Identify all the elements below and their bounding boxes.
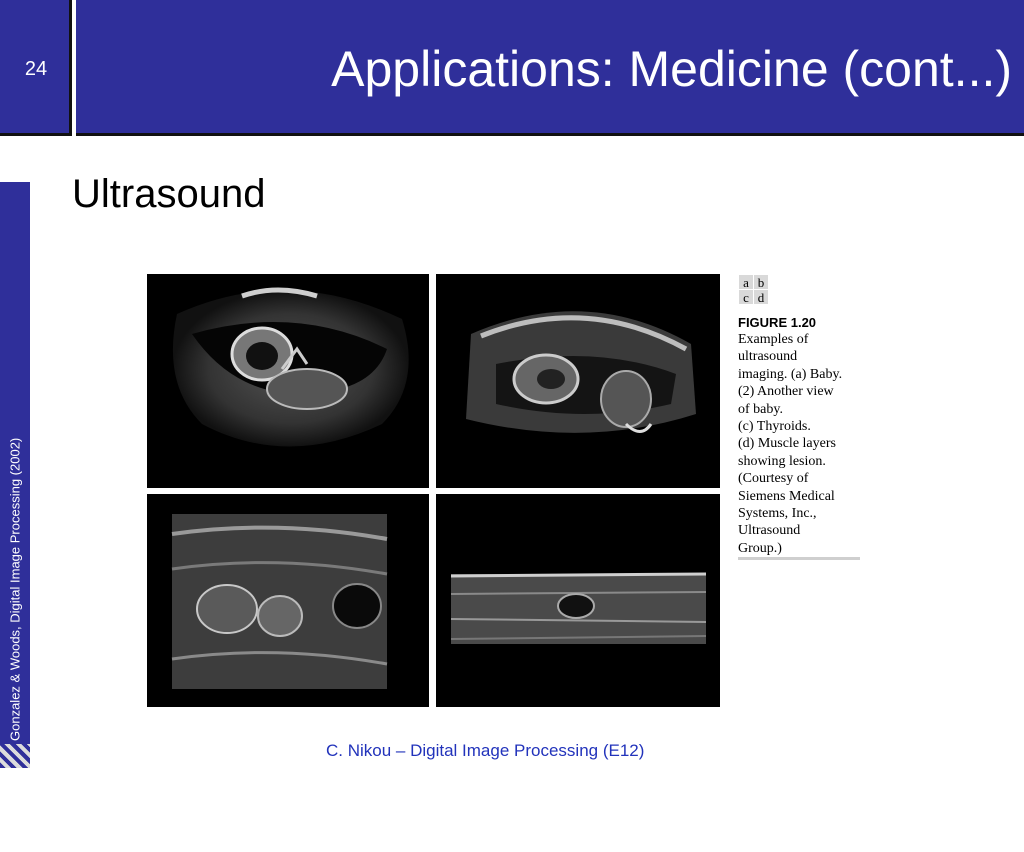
side-bar: Images taken from Gonzalez & Woods, Digi… bbox=[0, 182, 30, 852]
figure-label: FIGURE 1.20 bbox=[738, 315, 817, 330]
slide-footer: C. Nikou – Digital Image Processing (E12… bbox=[326, 741, 645, 760]
source-note: Images taken from Gonzalez & Woods, Digi… bbox=[7, 437, 23, 852]
panel-key-b: b bbox=[753, 274, 769, 290]
figure-caption: Examples of ultrasound imaging. (a) Baby… bbox=[738, 331, 863, 557]
caption-line: Group.) bbox=[738, 540, 782, 556]
caption-line: ultrasound bbox=[738, 349, 798, 365]
caption-line: Systems, Inc., bbox=[738, 506, 817, 522]
slide-subtitle: Ultrasound bbox=[72, 172, 266, 216]
title-bar: Applications: Medicine (cont...) bbox=[76, 0, 1024, 136]
caption-line: Siemens Medical bbox=[738, 488, 835, 504]
caption-line: showing lesion. bbox=[738, 453, 826, 469]
panel-key: a b c d bbox=[738, 274, 769, 305]
slide-number-box: 24 bbox=[0, 0, 72, 136]
caption-line: imaging. (a) Baby. bbox=[738, 366, 843, 382]
ultrasound-image-d bbox=[436, 494, 720, 707]
caption-line: of baby. bbox=[738, 401, 783, 417]
caption-line: (c) Thyroids. bbox=[738, 419, 811, 435]
ultrasound-image-b bbox=[436, 274, 720, 488]
ultrasound-image-a bbox=[147, 274, 429, 488]
slide-title: Applications: Medicine (cont...) bbox=[331, 41, 1012, 97]
panel-key-d: d bbox=[753, 289, 769, 305]
caption-line: Examples of bbox=[738, 332, 809, 347]
caption-line: (d) Muscle layers bbox=[738, 436, 836, 452]
caption-line: (Courtesy of bbox=[738, 471, 809, 487]
caption-line: (2) Another view bbox=[738, 384, 834, 400]
panel-key-a: a bbox=[738, 274, 754, 290]
ultrasound-image-c bbox=[147, 494, 429, 707]
panel-key-c: c bbox=[738, 289, 754, 305]
caption-divider bbox=[738, 557, 860, 560]
slide-number: 24 bbox=[24, 58, 48, 80]
corner-pattern bbox=[0, 744, 30, 768]
caption-line: Ultrasound bbox=[738, 523, 801, 539]
